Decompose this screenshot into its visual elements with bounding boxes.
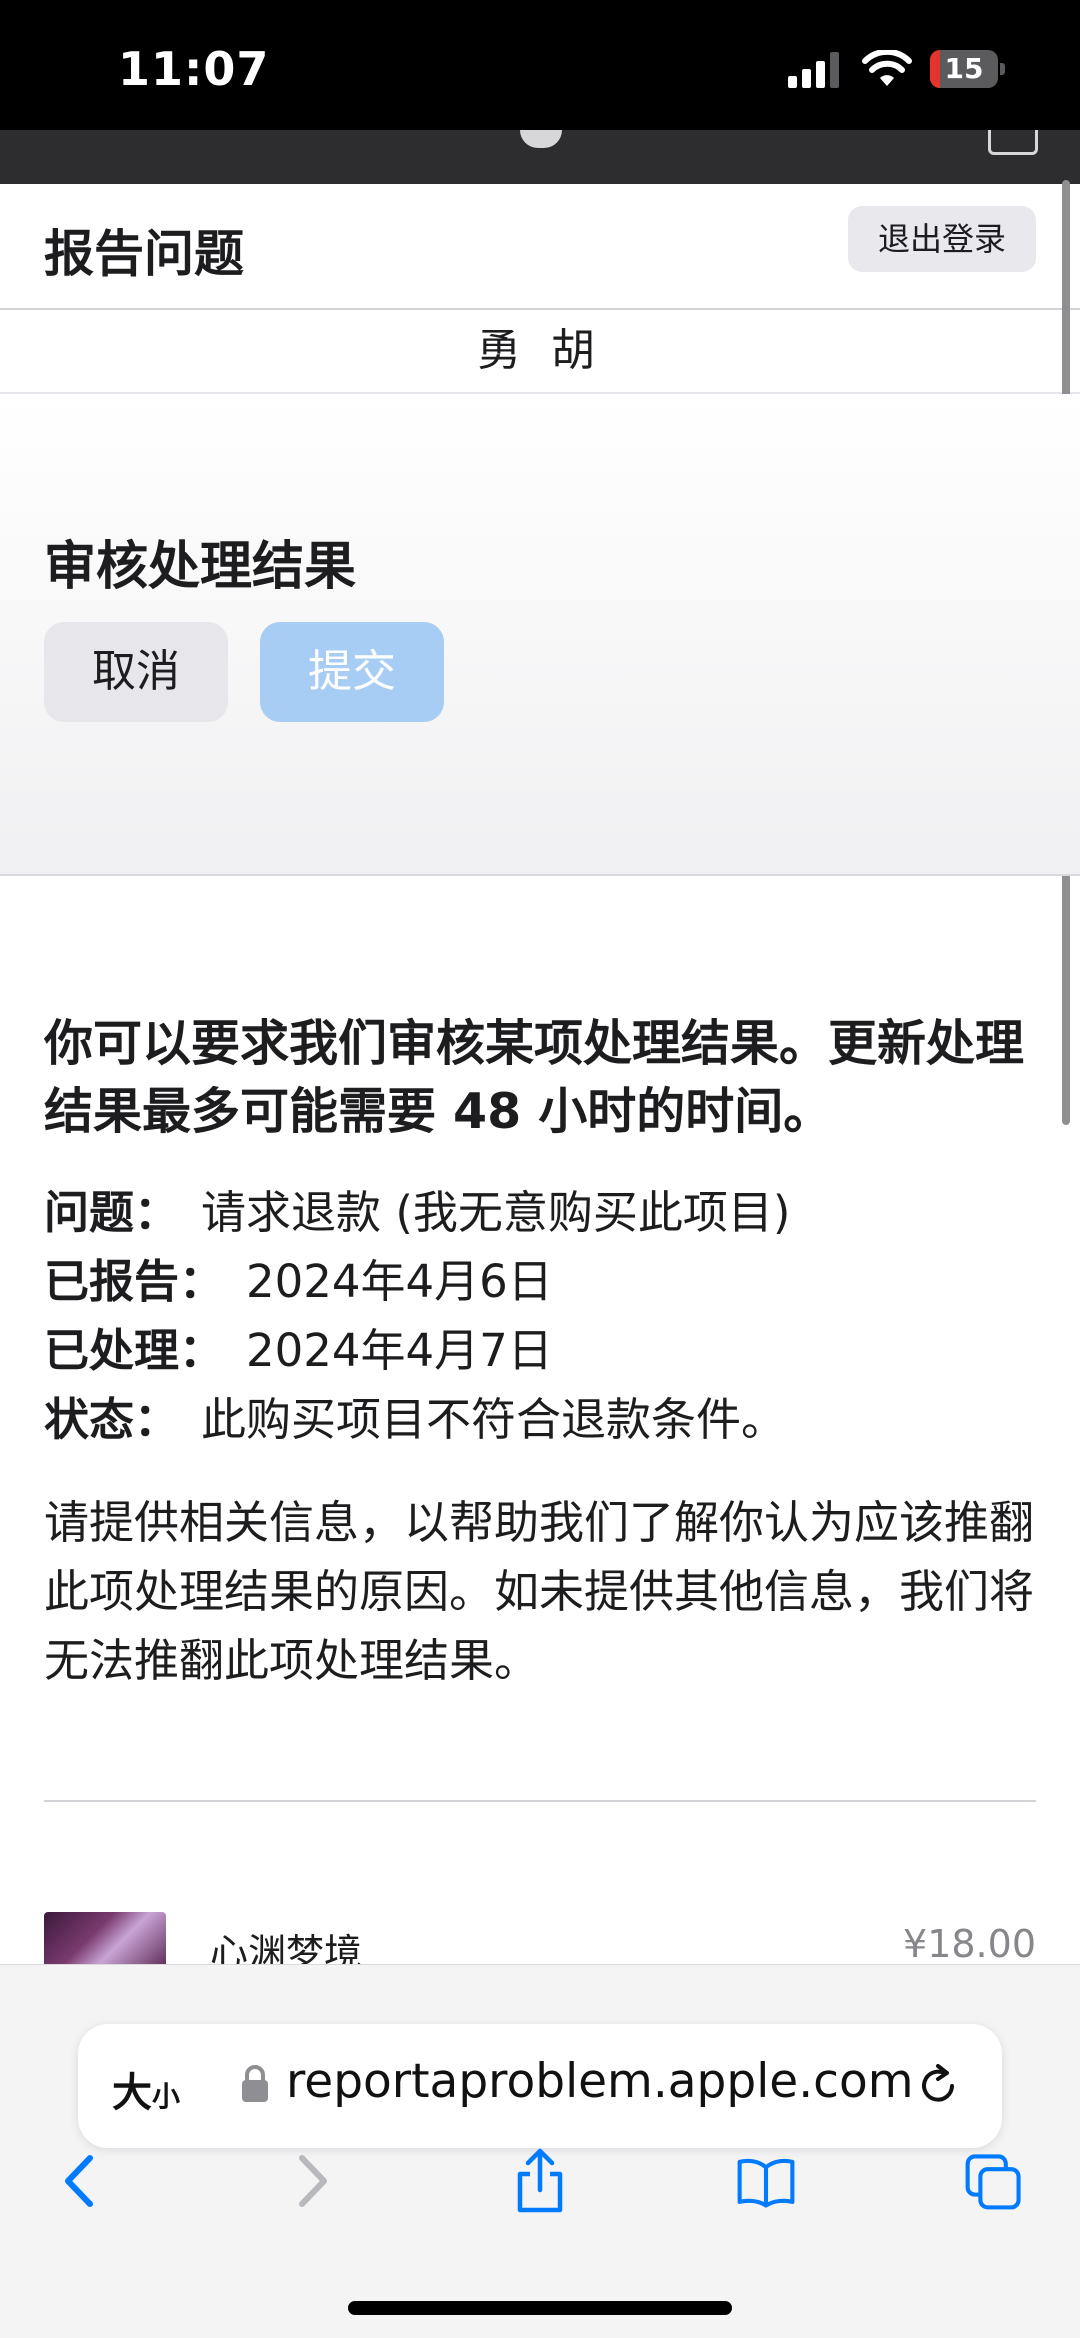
cancel-button[interactable]: 取消 xyxy=(44,622,228,722)
intro-text: 你可以要求我们审核某项处理结果。更新处理结果最多可能需要 48 小时的时间。 xyxy=(44,1015,1025,1140)
address-bar[interactable]: 大小 reportaproblem.apple.com xyxy=(78,2024,1002,2148)
status-time: 11:07 xyxy=(118,42,270,96)
detail-label: 状态： xyxy=(44,1393,180,1446)
page-title: 报告问题 xyxy=(44,225,244,283)
apple-logo-icon[interactable] xyxy=(520,130,562,148)
text-size-label: 大 xyxy=(112,2070,152,2116)
explanation-prompt: 请提供相关信息，以帮助我们了解你认为应该推翻此项处理结果的原因。如未提供其他信息… xyxy=(44,1496,1035,1687)
sign-out-button[interactable]: 退出登录 xyxy=(847,206,1036,272)
detail-value: 请求退款 (我无意购买此项目) xyxy=(201,1186,791,1239)
item-artwork xyxy=(44,1912,166,1968)
bag-icon[interactable] xyxy=(988,130,1038,155)
share-icon[interactable] xyxy=(510,2148,570,2214)
url-text[interactable]: reportaproblem.apple.com xyxy=(286,2054,914,2109)
review-title: 审核处理结果 xyxy=(44,537,357,597)
wifi-icon xyxy=(862,50,912,86)
battery-icon: 15 xyxy=(930,50,1006,90)
bookmarks-icon[interactable] xyxy=(736,2148,796,2214)
reload-icon[interactable] xyxy=(914,2062,962,2110)
local-nav: 报告问题 退出登录 xyxy=(0,184,1080,310)
detail-issue: 问题： 请求退款 (我无意购买此项目) xyxy=(44,1178,1044,1247)
home-indicator xyxy=(348,2301,732,2315)
battery-percent: 15 xyxy=(944,52,984,85)
account-name: 勇 胡 xyxy=(0,310,1080,394)
detail-reported: 已报告： 2024年4月6日 xyxy=(44,1247,1044,1316)
detail-value: 2024年4月7日 xyxy=(246,1324,553,1377)
review-header: 审核处理结果 取消 提交 xyxy=(0,394,1080,876)
back-icon[interactable] xyxy=(50,2148,110,2214)
detail-label: 已报告： xyxy=(44,1255,225,1308)
forward-icon[interactable] xyxy=(282,2148,342,2214)
submit-button[interactable]: 提交 xyxy=(260,622,444,722)
text-size-small: 小 xyxy=(152,2080,181,2113)
detail-value: 此购买项目不符合退款条件。 xyxy=(201,1393,787,1446)
detail-processed: 已处理： 2024年4月7日 xyxy=(44,1316,1044,1385)
detail-status: 状态： 此购买项目不符合退款条件。 xyxy=(44,1385,1044,1454)
detail-label: 问题： xyxy=(44,1186,180,1239)
detail-label: 已处理： xyxy=(44,1324,225,1377)
text-size-button[interactable]: 大小 xyxy=(112,2060,180,2118)
global-nav xyxy=(0,130,1080,184)
detail-value: 2024年4月6日 xyxy=(246,1255,553,1308)
lock-icon xyxy=(242,2065,268,2102)
status-bar: 11:07 15 xyxy=(0,0,1080,130)
case-details: 问题： 请求退款 (我无意购买此项目) 已报告： 2024年4月6日 已处理： 202… xyxy=(44,1178,1044,1454)
signal-icon xyxy=(788,52,839,88)
divider xyxy=(44,1800,1036,1802)
item-price: ¥18.00 xyxy=(903,1922,1036,1966)
tabs-icon[interactable] xyxy=(964,2148,1024,2214)
